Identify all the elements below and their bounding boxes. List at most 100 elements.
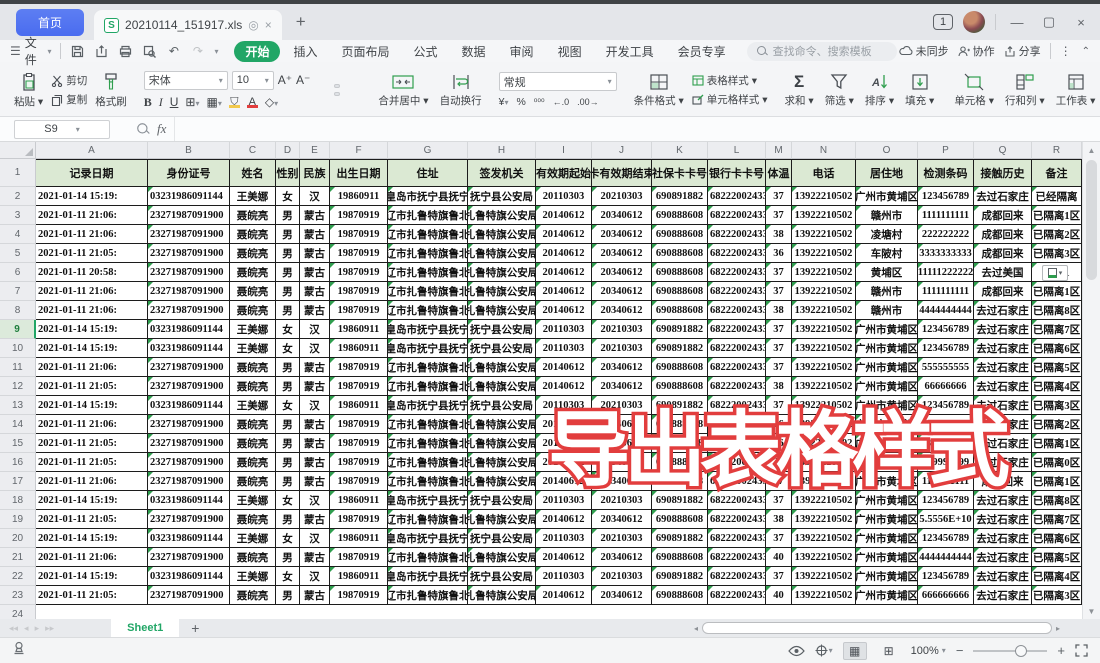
row-header-17[interactable]: 17	[0, 472, 36, 491]
increase-indent-icon[interactable]	[364, 84, 370, 88]
zoom-slider[interactable]	[973, 650, 1047, 652]
row-header-8[interactable]: 8	[0, 301, 36, 320]
cell[interactable]: 6822200243305	[708, 567, 766, 586]
cell[interactable]: 40	[766, 586, 792, 605]
cell[interactable]: 37	[766, 263, 792, 282]
cell[interactable]: 抚宁县公安局	[468, 567, 536, 586]
cell[interactable]: 8888888888	[918, 434, 974, 453]
cell[interactable]: 蒙古	[300, 301, 330, 320]
close-window-button[interactable]: ×	[1070, 15, 1092, 30]
cell[interactable]: 聂皖亮	[230, 434, 276, 453]
cell[interactable]: 690891882	[652, 320, 708, 339]
cell[interactable]: 通辽市扎鲁特旗鲁北镇	[388, 206, 468, 225]
cell[interactable]: 已隔离0区	[1032, 453, 1082, 472]
cell[interactable]: 王美娜	[230, 491, 276, 510]
cell[interactable]: 6822200243300	[708, 225, 766, 244]
cell[interactable]: 有效期起始	[536, 159, 592, 187]
row-header-5[interactable]: 5	[0, 244, 36, 263]
cell[interactable]: 690891882	[652, 339, 708, 358]
cell[interactable]: 13922210502	[792, 339, 856, 358]
tab-home[interactable]: 开始	[234, 41, 280, 62]
cell[interactable]: 20340612	[592, 244, 652, 263]
cell[interactable]: 36	[766, 244, 792, 263]
tab-视图[interactable]: 视图	[547, 41, 593, 62]
cell[interactable]: 体温	[766, 159, 792, 187]
cell[interactable]: 已隔离5区	[1032, 358, 1082, 377]
align-center-icon[interactable]	[334, 92, 340, 96]
conditional-format-button[interactable]: 条件格式 ▾	[631, 73, 687, 108]
cell[interactable]: 男	[276, 206, 300, 225]
cell[interactable]: 抚宁县公安局	[468, 339, 536, 358]
cell[interactable]: 4444444444	[918, 548, 974, 567]
cell[interactable]: 20210303	[592, 320, 652, 339]
cell[interactable]: 13922210502	[792, 510, 856, 529]
cell[interactable]: 36	[766, 415, 792, 434]
cell[interactable]: 690888608	[652, 434, 708, 453]
cell[interactable]: 男	[276, 472, 300, 491]
cell[interactable]: 20340612	[592, 263, 652, 282]
cell[interactable]: 王美娜	[230, 320, 276, 339]
cell[interactable]: 20340612	[592, 453, 652, 472]
cell[interactable]: 通辽市扎鲁特旗鲁北镇	[388, 510, 468, 529]
cell[interactable]: 去过石家庄	[974, 320, 1032, 339]
row-header-11[interactable]: 11	[0, 358, 36, 377]
cell[interactable]: 40	[766, 548, 792, 567]
cell[interactable]: 20210303	[592, 187, 652, 206]
cell[interactable]: 汉	[300, 529, 330, 548]
cell[interactable]: 2021-01-14 15:19:	[36, 187, 148, 206]
cell[interactable]: 13922210502	[792, 225, 856, 244]
redo-button[interactable]: ↷	[190, 44, 205, 58]
row-header-14[interactable]: 14	[0, 415, 36, 434]
row-header-4[interactable]: 4	[0, 225, 36, 244]
currency-icon[interactable]: ¥▾	[499, 96, 509, 108]
cell[interactable]: 690891882	[652, 491, 708, 510]
cell[interactable]: 银行卡卡号	[708, 159, 766, 187]
cell[interactable]: 女	[276, 187, 300, 206]
horizontal-scroll-thumb[interactable]	[702, 622, 1052, 634]
cell[interactable]: 去过石家庄	[974, 529, 1032, 548]
cell[interactable]: 13922210502	[792, 396, 856, 415]
cell[interactable]: 20340612	[592, 206, 652, 225]
cell[interactable]: 19860911	[330, 529, 388, 548]
cell[interactable]: 123456789	[918, 491, 974, 510]
cell[interactable]: 20340612	[592, 225, 652, 244]
cell[interactable]: 扎鲁特旗公安局	[468, 301, 536, 320]
cell[interactable]: 19870919	[330, 472, 388, 491]
cell[interactable]: 23271987091900	[148, 358, 230, 377]
cell[interactable]: 690888608	[652, 453, 708, 472]
cell[interactable]: 20140612	[536, 244, 592, 263]
cell[interactable]: 38	[766, 377, 792, 396]
cell[interactable]: 通辽市扎鲁特旗鲁北镇	[388, 586, 468, 605]
cell[interactable]: 19870919	[330, 510, 388, 529]
cell[interactable]: 广州市黄埔区	[856, 586, 918, 605]
cell[interactable]: 11111222222	[918, 263, 974, 282]
cell[interactable]: 6822200243305	[708, 339, 766, 358]
cells-button[interactable]: 单元格 ▾	[951, 73, 997, 108]
tab-会员专享[interactable]: 会员专享	[667, 41, 737, 62]
minimize-button[interactable]: —	[1006, 15, 1028, 30]
scroll-down-icon[interactable]: ▼	[1083, 603, 1100, 619]
column-header-B[interactable]: B	[148, 142, 230, 159]
cell[interactable]: 20140612	[536, 301, 592, 320]
cell[interactable]: 19870919	[330, 225, 388, 244]
cell[interactable]: 蒙古	[300, 358, 330, 377]
cell[interactable]: 蒙古	[300, 206, 330, 225]
cell[interactable]: 19860911	[330, 567, 388, 586]
cell[interactable]: 6822200243300	[708, 206, 766, 225]
next-sheet-icon[interactable]: ▸	[35, 623, 40, 634]
cell[interactable]: 秦皇岛市抚宁县抚宁镇	[388, 491, 468, 510]
cell[interactable]: 03231986091144	[148, 567, 230, 586]
cell[interactable]: 13922210502	[792, 244, 856, 263]
cell[interactable]: 1111111111	[918, 206, 974, 225]
cell[interactable]: 37	[766, 491, 792, 510]
stamp-tool-icon[interactable]	[12, 641, 27, 660]
cell[interactable]: 广州市黄埔区	[856, 377, 918, 396]
vertical-scrollbar[interactable]: ▲ ▼	[1082, 142, 1100, 619]
cell[interactable]: 已隔离7区	[1032, 510, 1082, 529]
formula-input[interactable]	[174, 117, 1100, 141]
cell[interactable]: 接触历史	[974, 159, 1032, 187]
cell[interactable]: 通辽市扎鲁特旗鲁北镇	[388, 415, 468, 434]
cell[interactable]: 已隔离8区	[1032, 491, 1082, 510]
cell[interactable]: 20340612	[592, 282, 652, 301]
cell[interactable]: 19870919	[330, 434, 388, 453]
